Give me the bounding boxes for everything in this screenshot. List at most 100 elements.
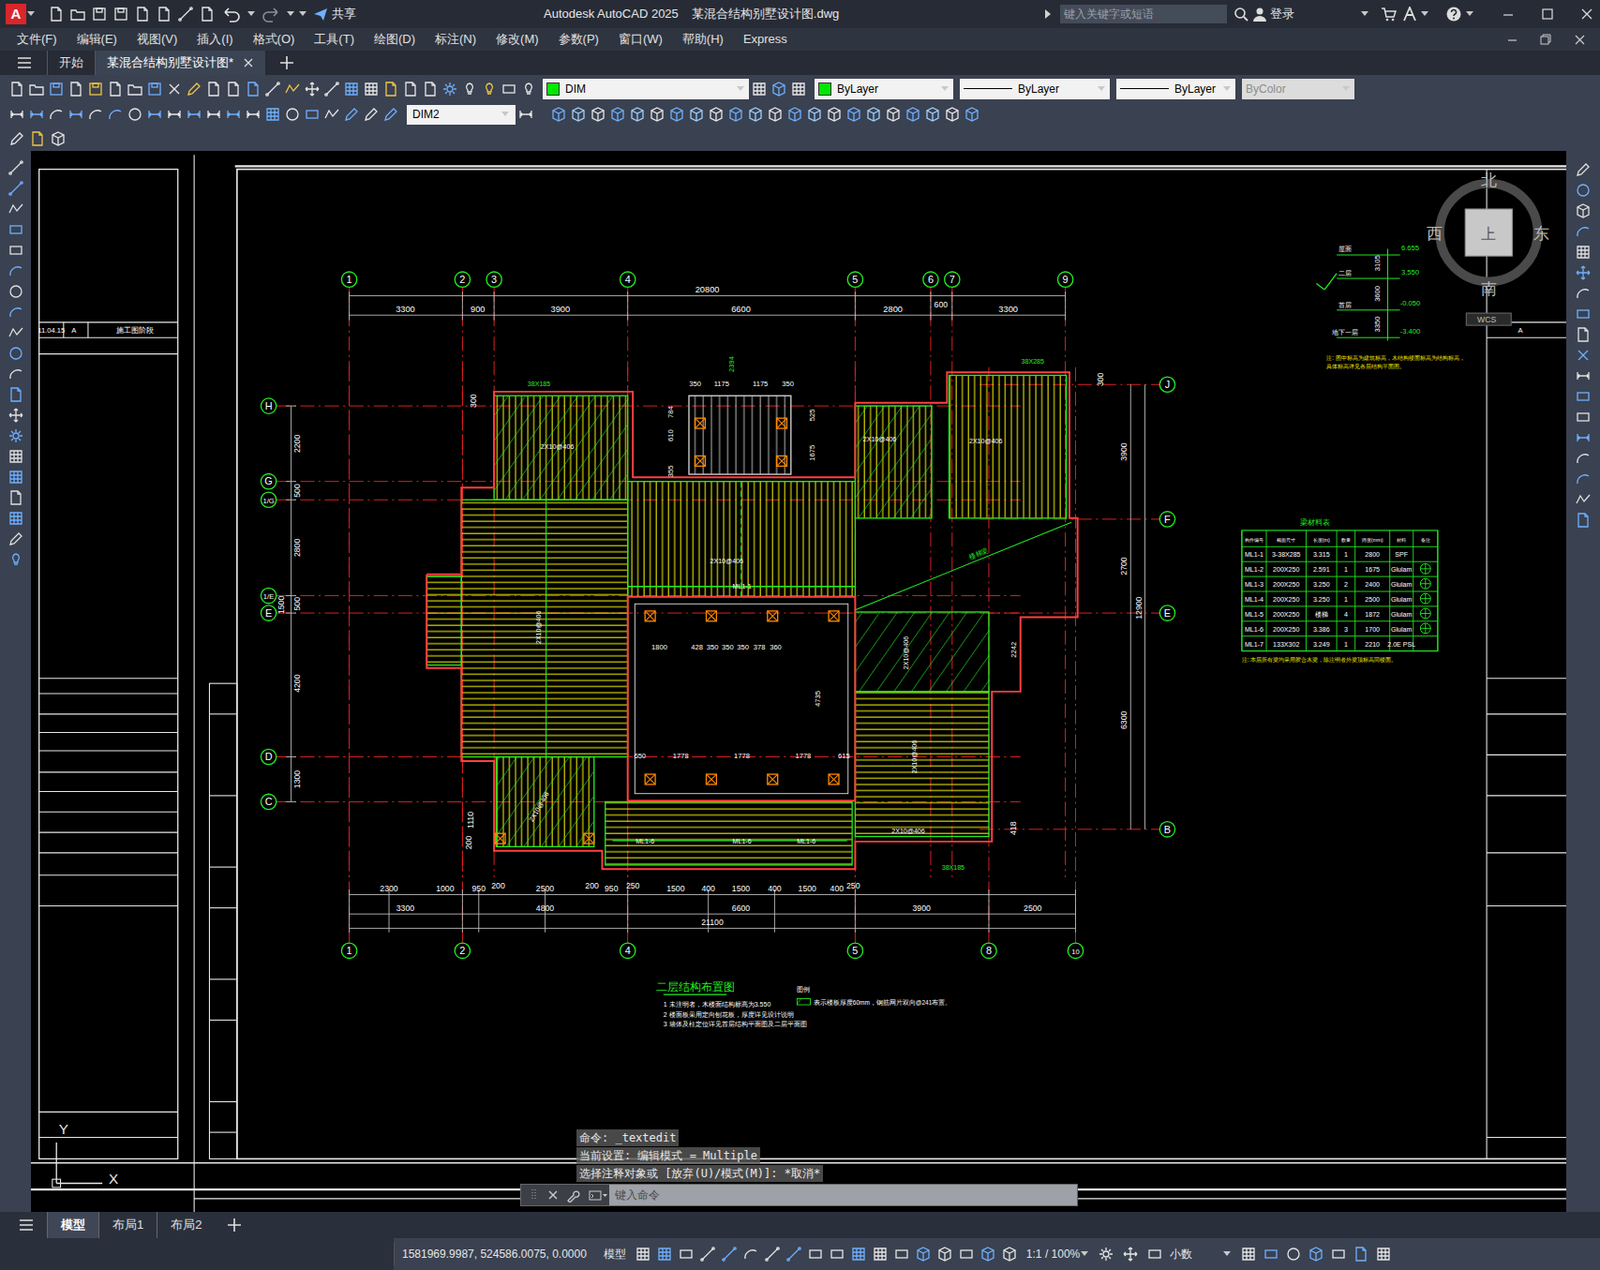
maximize-icon[interactable]: [1540, 6, 1556, 22]
document-icon[interactable]: [197, 4, 217, 24]
arc-icon[interactable]: [6, 364, 26, 384]
grip-icon[interactable]: [524, 1185, 544, 1205]
menu-item[interactable]: Express: [743, 29, 788, 49]
menu-item[interactable]: 修改(M): [495, 29, 539, 49]
rectangle-icon[interactable]: [1261, 1244, 1281, 1264]
polyline-icon[interactable]: [1573, 490, 1593, 509]
menu-item[interactable]: 帮助(H): [682, 29, 724, 49]
command-input[interactable]: [609, 1184, 1077, 1206]
grid-icon[interactable]: [849, 1244, 868, 1264]
cross-icon[interactable]: [1573, 345, 1593, 365]
layout-tab-label[interactable]: 模型: [60, 1215, 86, 1235]
dimension-icon[interactable]: [145, 104, 165, 124]
menu-item[interactable]: 视图(V): [136, 29, 178, 49]
caret-icon[interactable]: [1341, 81, 1351, 97]
color-dropdown-value[interactable]: ByLayer: [837, 80, 935, 98]
circle-icon[interactable]: [1284, 1244, 1303, 1264]
cube-icon[interactable]: [903, 104, 923, 124]
line-icon[interactable]: [322, 79, 342, 99]
dimension-icon[interactable]: [184, 104, 204, 124]
caret-icon[interactable]: [1096, 81, 1107, 97]
cube-icon[interactable]: [765, 104, 785, 124]
cube-icon[interactable]: [923, 104, 943, 124]
coordinates-value[interactable]: 1581969.9987, 524586.0075, 0.0000: [402, 1245, 587, 1263]
cube-icon[interactable]: [667, 104, 687, 124]
layout-tab[interactable]: 模型: [46, 1211, 99, 1239]
dimension-icon[interactable]: [1573, 366, 1593, 386]
save-icon[interactable]: [86, 79, 105, 99]
folder-icon[interactable]: [125, 79, 145, 99]
file-tab[interactable]: 开始: [46, 50, 95, 75]
caret-icon[interactable]: [1420, 6, 1430, 22]
login-button[interactable]: 登录: [1270, 4, 1295, 24]
layout-tab-label[interactable]: 布局2: [170, 1215, 202, 1235]
cube-icon[interactable]: [785, 104, 805, 124]
send-icon[interactable]: [313, 6, 329, 22]
document-icon[interactable]: [66, 79, 86, 99]
grid-icon[interactable]: [263, 104, 283, 124]
circle-icon[interactable]: [1573, 180, 1593, 200]
dimension-icon[interactable]: [66, 104, 86, 124]
file-tab-label[interactable]: 某混合结构别墅设计图*: [106, 53, 234, 73]
menu-item[interactable]: 标注(N): [434, 29, 477, 49]
document-icon[interactable]: [381, 79, 401, 99]
lineweight-dropdown[interactable]: ByLayer: [1116, 78, 1236, 100]
linetype-dropdown[interactable]: ByLayer: [959, 78, 1110, 100]
caret-icon[interactable]: [500, 106, 510, 122]
cross-icon[interactable]: [164, 79, 184, 99]
cube-icon[interactable]: [942, 104, 962, 124]
menu-item[interactable]: 绘图(D): [373, 29, 416, 49]
pencil-icon[interactable]: [6, 529, 26, 549]
line-icon[interactable]: [6, 158, 26, 178]
bulb-icon[interactable]: [460, 79, 479, 99]
cube-icon[interactable]: [568, 104, 588, 124]
document-icon[interactable]: [1351, 1244, 1371, 1264]
gear-icon[interactable]: [6, 426, 26, 446]
pencil-icon[interactable]: [184, 79, 204, 99]
arc-icon[interactable]: [1573, 448, 1593, 468]
redo-icon[interactable]: [258, 4, 284, 24]
line-icon[interactable]: [698, 1244, 718, 1264]
grid-icon[interactable]: [342, 79, 361, 99]
layer-dropdown-value[interactable]: DIM: [565, 80, 731, 98]
cube-icon[interactable]: [746, 104, 765, 124]
cube-icon[interactable]: [608, 104, 628, 124]
grid-icon[interactable]: [1573, 242, 1593, 262]
grid-icon[interactable]: [1239, 1244, 1258, 1264]
line-icon[interactable]: [6, 179, 26, 198]
gear-icon[interactable]: [440, 79, 460, 99]
menu-icon[interactable]: [16, 1215, 36, 1235]
document-icon[interactable]: [28, 129, 47, 149]
rectangle-icon[interactable]: [499, 79, 519, 99]
rectangle-icon[interactable]: [1145, 1244, 1165, 1264]
cube-icon[interactable]: [726, 104, 746, 124]
grid-icon[interactable]: [870, 1244, 890, 1264]
layout-tab[interactable]: 布局1: [98, 1211, 157, 1239]
coordinates[interactable]: 1581969.9987, 524586.0075, 0.0000: [393, 1242, 595, 1266]
menu-icon[interactable]: [14, 53, 34, 73]
gear-icon[interactable]: [1096, 1244, 1116, 1264]
arc-icon[interactable]: [86, 104, 105, 124]
annotation-scale[interactable]: 1:1 / 100%: [1026, 1245, 1080, 1263]
menu-item[interactable]: 插入(I): [196, 29, 233, 49]
cube-icon[interactable]: [687, 104, 706, 124]
expand-icon[interactable]: [1043, 6, 1055, 22]
search-icon[interactable]: [1230, 4, 1252, 24]
prompt-icon[interactable]: [586, 1185, 610, 1205]
add-layout-icon[interactable]: [224, 1214, 245, 1236]
line-icon[interactable]: [762, 1244, 782, 1264]
grid-icon[interactable]: [1374, 1244, 1393, 1264]
caret-icon[interactable]: [1465, 6, 1475, 22]
document-icon[interactable]: [154, 4, 174, 24]
caret-icon[interactable]: [1360, 6, 1370, 22]
user-icon[interactable]: [1251, 4, 1269, 24]
arc-icon[interactable]: [1573, 222, 1593, 241]
rectangle-icon[interactable]: [806, 1244, 825, 1264]
menu-item[interactable]: 格式(O): [253, 29, 296, 49]
folder-icon[interactable]: [27, 79, 46, 99]
menu-item[interactable]: 编辑(E): [76, 29, 118, 49]
dimension-icon[interactable]: [224, 104, 243, 124]
cube-icon[interactable]: [1573, 201, 1593, 221]
rectangle-icon[interactable]: [676, 1244, 696, 1264]
search-field[interactable]: [1060, 4, 1227, 24]
